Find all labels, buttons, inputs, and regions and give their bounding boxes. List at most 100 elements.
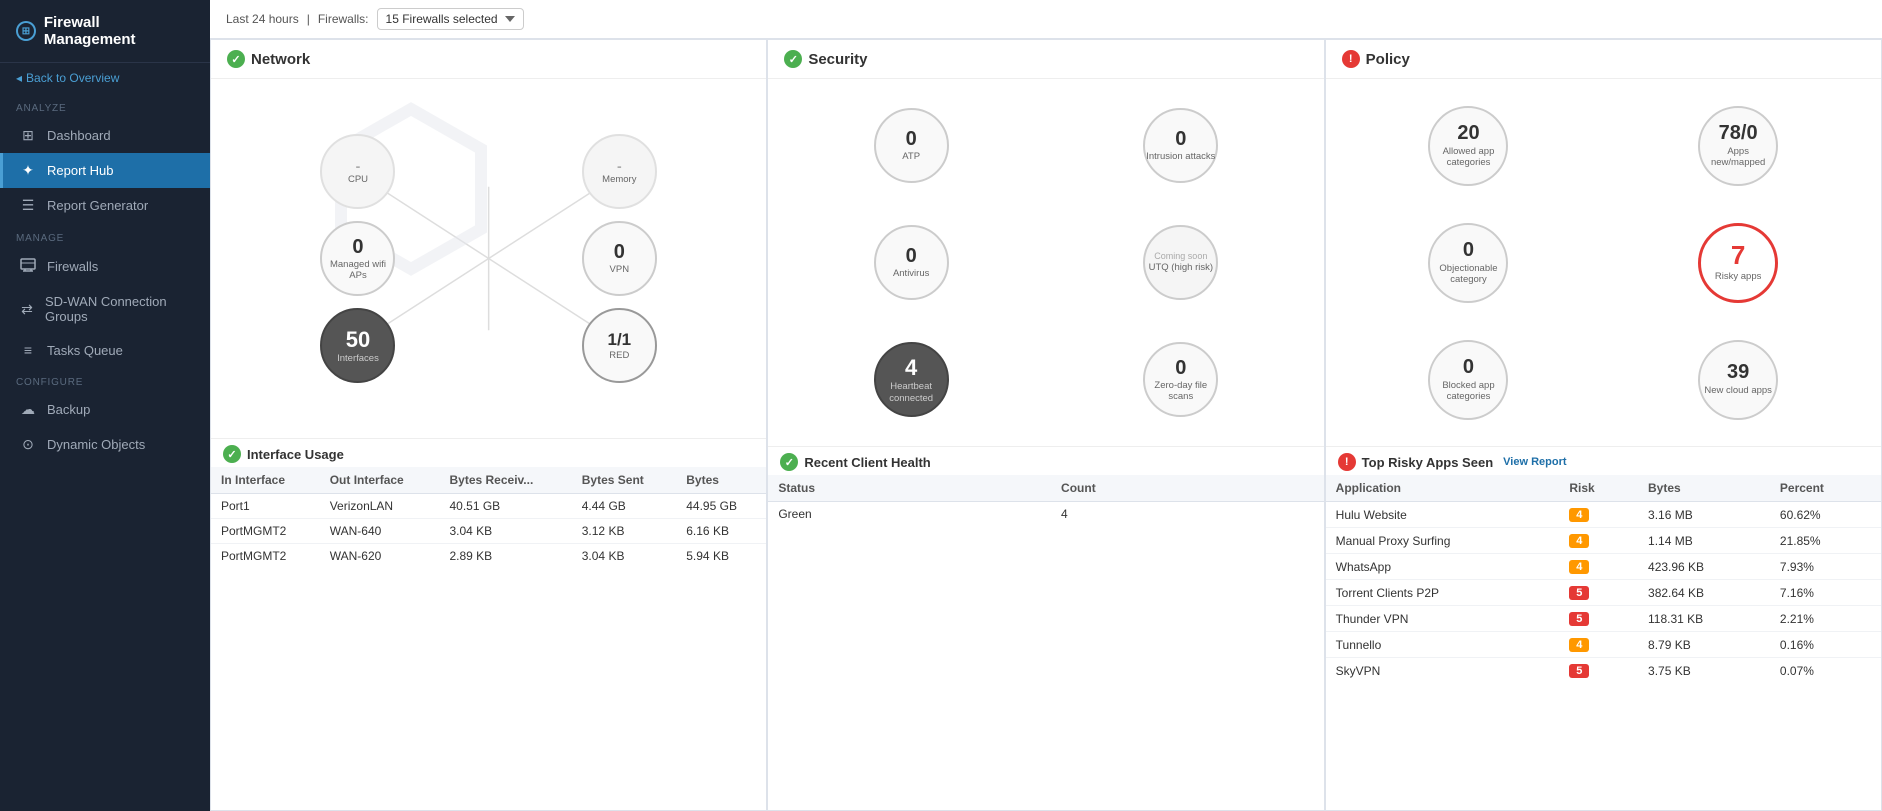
col-risk: Risk xyxy=(1559,475,1638,502)
risk-badge: 4 xyxy=(1569,638,1589,652)
network-title: Network xyxy=(251,51,310,68)
atp-node: 0 ATP xyxy=(784,95,1038,196)
view-report-link[interactable]: View Report xyxy=(1503,456,1566,468)
table-row: SkyVPN53.75 KB0.07% xyxy=(1326,658,1881,684)
col-bytes-sent: Bytes Sent xyxy=(572,467,677,494)
section-configure: CONFIGURE xyxy=(0,367,210,392)
vpn-label: VPN xyxy=(610,264,630,275)
topbar: Last 24 hours | Firewalls: 15 Firewalls … xyxy=(210,0,1882,39)
managed-wifi-node: 0 Managed wifi APs xyxy=(299,221,418,296)
sidebar-item-backup[interactable]: ☁ Backup xyxy=(0,392,210,427)
new-cloud-node: 39 New cloud apps xyxy=(1611,329,1865,430)
objectionable-value: 0 xyxy=(1463,240,1474,260)
managed-wifi-value: 0 xyxy=(352,236,363,259)
table-row: PortMGMT2WAN-6202.89 KB3.04 KB5.94 KB xyxy=(211,544,766,569)
interfaces-label: Interfaces xyxy=(337,353,379,364)
utq-label: UTQ (high risk) xyxy=(1149,262,1213,273)
red-node: 1/1 RED xyxy=(560,308,679,383)
sidebar-item-sdwan[interactable]: ⇄ SD-WAN Connection Groups xyxy=(0,285,210,333)
sidebar-item-label: Dashboard xyxy=(47,128,111,143)
apps-new-label: Apps new/mapped xyxy=(1700,146,1776,169)
atp-value: 0 xyxy=(906,128,917,151)
sidebar-item-label: Tasks Queue xyxy=(47,343,123,358)
sidebar-item-reportgenerator[interactable]: ☰ Report Generator xyxy=(0,188,210,223)
risk-badge: 5 xyxy=(1569,612,1589,626)
vpn-value: 0 xyxy=(614,241,625,264)
new-cloud-value: 39 xyxy=(1727,362,1749,382)
managed-wifi-label: Managed wifi APs xyxy=(322,259,393,282)
section-analyze: ANALYZE xyxy=(0,93,210,118)
zero-day-node: 0 Zero-day file scans xyxy=(1054,329,1308,430)
cpu-value: - xyxy=(356,158,361,174)
network-header: ✓ Network xyxy=(211,40,766,79)
policy-panel: ! Policy 20 Allowed app categories 78/0 … xyxy=(1325,39,1882,811)
client-health-status-icon: ✓ xyxy=(780,453,798,471)
zero-day-value: 0 xyxy=(1175,357,1186,380)
interfaces-node: 50 Interfaces xyxy=(299,308,418,383)
apps-new-value: 78/0 xyxy=(1719,123,1758,143)
intrusion-value: 0 xyxy=(1175,128,1186,151)
firewalls-select[interactable]: 15 Firewalls selected xyxy=(377,8,524,30)
sdwan-icon: ⇄ xyxy=(19,301,35,318)
network-center xyxy=(429,221,548,296)
sidebar-item-label: Report Hub xyxy=(47,163,113,178)
risky-apps-node: 7 Risky apps xyxy=(1611,212,1865,313)
main-content: Last 24 hours | Firewalls: 15 Firewalls … xyxy=(210,0,1882,811)
allowed-app-node: 20 Allowed app categories xyxy=(1342,95,1596,196)
reporthub-icon: ✦ xyxy=(19,162,37,179)
vpn-node: 0 VPN xyxy=(560,221,679,296)
utq-soon: Coming soon xyxy=(1154,251,1207,262)
col-status: Status xyxy=(768,475,1051,502)
sidebar-item-dashboard[interactable]: ⊞ Dashboard xyxy=(0,118,210,153)
sidebar-item-firewalls[interactable]: Firewalls xyxy=(0,248,210,285)
sidebar-logo-label: Firewall Management xyxy=(44,14,194,48)
dashboard: ✓ Network xyxy=(210,39,1882,811)
sidebar-item-reporthub[interactable]: ✦ Report Hub xyxy=(0,153,210,188)
blocked-app-node: 0 Blocked app categories xyxy=(1342,329,1596,430)
sidebar-item-label: SD-WAN Connection Groups xyxy=(45,294,194,324)
sidebar: ⊞ Firewall Management ◂ Back to Overview… xyxy=(0,0,210,811)
sidebar-item-tasks[interactable]: ≡ Tasks Queue xyxy=(0,333,210,367)
memory-value: - xyxy=(617,158,622,174)
interface-usage-status-icon: ✓ xyxy=(223,445,241,463)
risk-badge: 4 xyxy=(1569,534,1589,548)
firewalls-label: Firewalls: xyxy=(318,12,369,26)
interface-usage-table: In Interface Out Interface Bytes Receiv.… xyxy=(211,467,766,810)
objectionable-label: Objectionable category xyxy=(1430,263,1506,286)
risk-badge: 5 xyxy=(1569,586,1589,600)
top-risky-status-icon: ! xyxy=(1338,453,1356,471)
antivirus-value: 0 xyxy=(906,245,917,268)
red-value: 1/1 xyxy=(607,330,631,350)
table-row: Tunnello48.79 KB0.16% xyxy=(1326,632,1881,658)
sidebar-item-label: Backup xyxy=(47,402,90,417)
back-to-overview[interactable]: ◂ Back to Overview xyxy=(0,63,210,93)
interfaces-value: 50 xyxy=(346,327,370,353)
sidebar-item-label: Dynamic Objects xyxy=(47,437,145,452)
intrusion-node: 0 Intrusion attacks xyxy=(1054,95,1308,196)
table-row: Manual Proxy Surfing41.14 MB21.85% xyxy=(1326,528,1881,554)
atp-label: ATP xyxy=(902,151,920,162)
sidebar-item-dynamicobjects[interactable]: ⊙ Dynamic Objects xyxy=(0,427,210,462)
allowed-app-value: 20 xyxy=(1457,123,1479,143)
col-bytes: Bytes xyxy=(1638,475,1770,502)
network-spacer-top xyxy=(429,134,548,209)
col-application: Application xyxy=(1326,475,1560,502)
memory-label: Memory xyxy=(602,174,636,185)
table-row: Green4 xyxy=(768,502,1323,527)
client-health-table: Status Count Green4 xyxy=(768,475,1323,810)
red-label: RED xyxy=(609,350,629,361)
table-row: Port1VerizonLAN40.51 GB4.44 GB44.95 GB xyxy=(211,494,766,519)
interface-usage-title: Interface Usage xyxy=(247,447,344,462)
col-out-interface: Out Interface xyxy=(320,467,440,494)
network-spacer-bottom xyxy=(429,308,548,383)
interface-usage-header: ✓ Interface Usage xyxy=(211,438,766,467)
security-header: ✓ Security xyxy=(768,40,1323,79)
backup-icon: ☁ xyxy=(19,401,37,418)
table-row: Thunder VPN5118.31 KB2.21% xyxy=(1326,606,1881,632)
risky-apps-label: Risky apps xyxy=(1715,271,1761,282)
col-bytes-recv: Bytes Receiv... xyxy=(439,467,571,494)
heartbeat-label: Heartbeat connected xyxy=(876,381,947,404)
firewall-icon: ⊞ xyxy=(16,21,36,41)
new-cloud-label: New cloud apps xyxy=(1704,385,1772,396)
table-row: Torrent Clients P2P5382.64 KB7.16% xyxy=(1326,580,1881,606)
